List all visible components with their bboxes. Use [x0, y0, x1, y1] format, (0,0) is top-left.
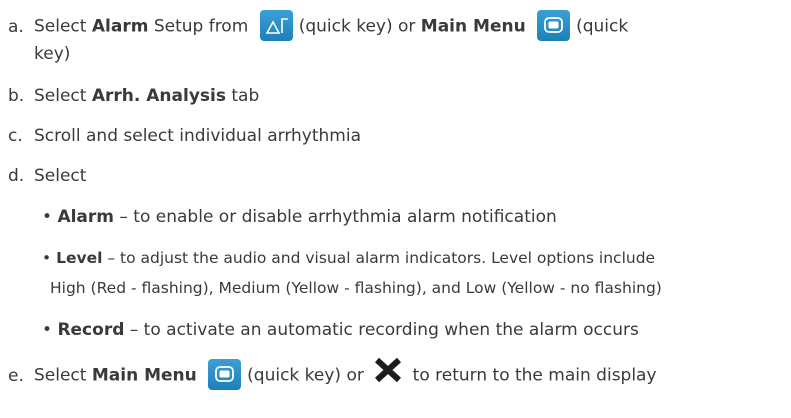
step-text: Select	[34, 16, 92, 37]
bullet-text: – to activate an automatic recording whe…	[124, 320, 639, 340]
bullet-title: Alarm	[57, 207, 114, 227]
bullet-text: High (Red - flashing), Medium (Yellow - …	[50, 279, 662, 297]
alarm-label: Alarm	[91, 16, 149, 37]
main-menu-label: Main Menu	[91, 365, 197, 386]
step-c: c. Scroll and select individual arrhythmi…	[0, 124, 361, 148]
step-a-cont: key)	[0, 42, 70, 66]
step-e: e. Select Main Menu (quick key) or to ret…	[0, 357, 657, 392]
step-letter: c.	[8, 126, 23, 146]
bullet-text: – to adjust the audio and visual alarm i…	[102, 249, 656, 267]
close-x-icon[interactable]	[373, 357, 403, 390]
main-menu-label: Main Menu	[420, 16, 526, 37]
bullet-title: Record	[57, 320, 125, 340]
step-text: key)	[34, 44, 71, 64]
bullet-title: Level	[56, 249, 103, 267]
main-menu-icon[interactable]	[208, 359, 242, 390]
bullet-level-cont: High (Red - flashing), Medium (Yellow - …	[50, 276, 662, 300]
step-text: Select	[34, 86, 92, 106]
step-letter: a.	[8, 16, 24, 37]
bullet-record: • Record – to activate an automatic reco…	[42, 320, 639, 340]
bullet-alarm: • Alarm – to enable or disable arrhythmi…	[42, 207, 557, 227]
step-text: Select	[34, 166, 87, 186]
bullet-level: • Level – to adjust the audio and visual…	[42, 249, 656, 267]
bullet-text: – to enable or disable arrhythmia alarm …	[114, 207, 557, 227]
step-text: (quick key) or	[247, 365, 370, 386]
step-text: to return to the main display	[407, 365, 657, 386]
step-a: a. Select Alarm Setup from (quick key) or…	[0, 10, 629, 42]
arrh-analysis-tab-label: Arrh. Analysis	[91, 86, 226, 106]
step-b: b. Select Arrh. Analysis tab	[0, 84, 259, 108]
step-d: d. Select	[0, 164, 86, 188]
step-text: (quick	[576, 16, 629, 37]
step-text: Select	[34, 365, 92, 386]
step-letter: e.	[8, 365, 24, 386]
step-text: Scroll and select individual arrhythmia	[34, 126, 361, 146]
step-letter: d.	[8, 166, 25, 186]
step-text: Setup from	[148, 16, 249, 37]
main-menu-icon[interactable]	[537, 10, 571, 41]
step-text: tab	[225, 86, 260, 106]
step-text: (quick key) or	[298, 16, 421, 37]
step-letter: b.	[8, 86, 25, 106]
alarm-setup-icon[interactable]	[259, 10, 293, 41]
